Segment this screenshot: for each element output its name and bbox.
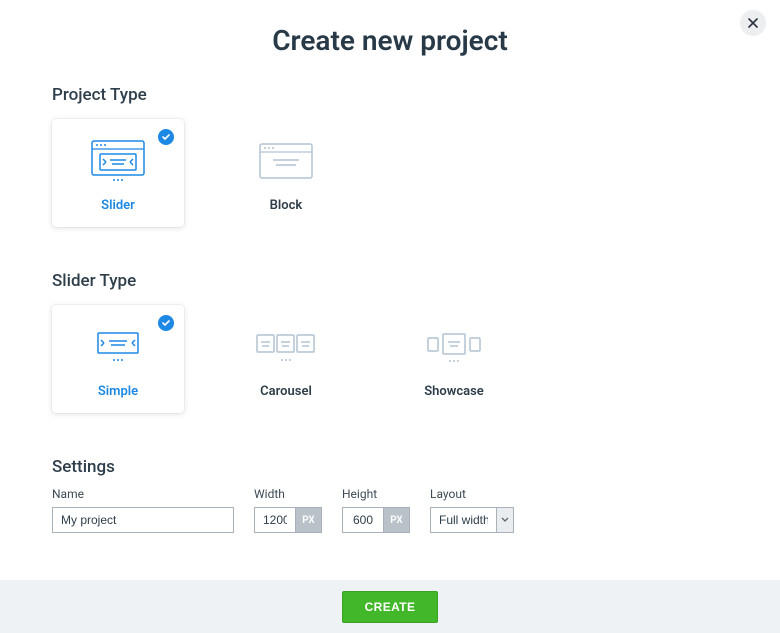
page-title: Create new project	[52, 24, 728, 57]
option-label: Simple	[98, 384, 138, 399]
name-field: Name	[52, 487, 234, 533]
height-label: Height	[342, 487, 410, 501]
project-type-block[interactable]: Block	[220, 119, 352, 227]
close-button[interactable]	[740, 10, 766, 36]
settings-row: Name Width PX Height PX Layout	[52, 487, 728, 533]
name-label: Name	[52, 487, 234, 501]
width-input[interactable]	[254, 507, 296, 533]
option-label: Block	[270, 198, 303, 213]
project-type-options: Slider Block	[52, 119, 728, 227]
section-heading-settings: Settings	[52, 457, 728, 477]
footer: CREATE	[0, 580, 780, 633]
slider-type-options: Simple Carousel	[52, 305, 728, 413]
block-icon	[258, 132, 314, 190]
slider-type-simple[interactable]: Simple	[52, 305, 184, 413]
project-type-slider[interactable]: Slider	[52, 119, 184, 227]
option-label: Showcase	[424, 384, 484, 399]
selected-check-icon	[158, 315, 174, 331]
name-input[interactable]	[52, 507, 234, 533]
slider-icon	[90, 132, 146, 190]
width-label: Width	[254, 487, 322, 501]
layout-value[interactable]	[430, 507, 496, 533]
layout-select[interactable]	[430, 507, 514, 533]
slider-type-showcase[interactable]: Showcase	[388, 305, 520, 413]
showcase-icon	[424, 318, 484, 376]
width-field: Width PX	[254, 487, 322, 533]
section-heading-project-type: Project Type	[52, 85, 728, 105]
height-unit: PX	[384, 507, 410, 533]
selected-check-icon	[158, 129, 174, 145]
close-icon	[748, 16, 758, 31]
carousel-icon	[255, 318, 317, 376]
option-label: Slider	[101, 198, 135, 213]
section-heading-slider-type: Slider Type	[52, 271, 728, 291]
option-label: Carousel	[260, 384, 312, 399]
height-input[interactable]	[342, 507, 384, 533]
chevron-down-icon[interactable]	[496, 507, 514, 533]
height-field: Height PX	[342, 487, 410, 533]
simple-slider-icon	[90, 318, 146, 376]
layout-field: Layout	[430, 487, 514, 533]
slider-type-carousel[interactable]: Carousel	[220, 305, 352, 413]
width-unit: PX	[296, 507, 322, 533]
layout-label: Layout	[430, 487, 514, 501]
create-button[interactable]: CREATE	[342, 591, 439, 623]
